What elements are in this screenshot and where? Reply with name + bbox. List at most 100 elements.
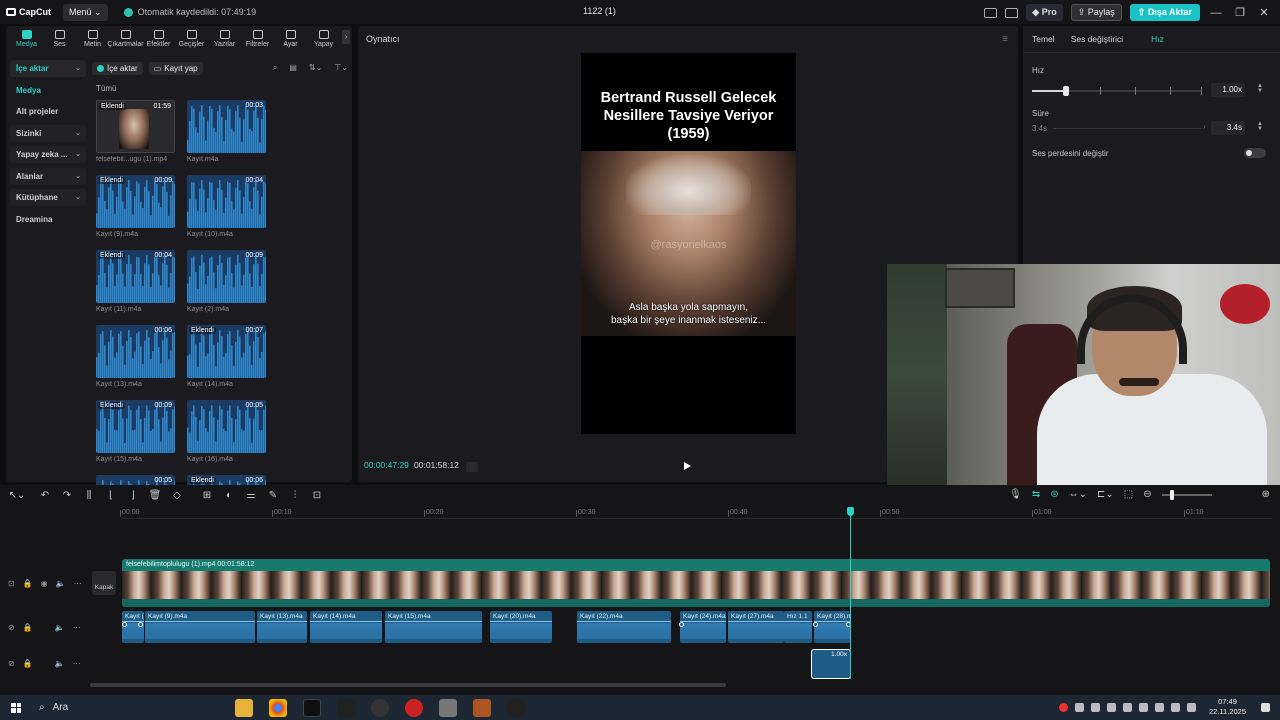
r-app-icon[interactable] [303,698,321,717]
audio-split-icon[interactable]: ⫶ [284,490,306,501]
keyframe-dot[interactable] [679,622,684,627]
view-toggle-icon[interactable]: ▤ [289,63,297,73]
sidenav-item[interactable]: Dreamina [10,211,86,228]
tray-icon[interactable] [1123,702,1133,712]
media-audio-card[interactable]: 00:05 Kayıt (16).m4a [187,400,266,475]
player-menu-icon[interactable]: ≡ [1002,34,1008,45]
audio-clip[interactable]: Kayıt ( [122,611,144,643]
pro-button[interactable]: ◆ Pro [1026,4,1063,21]
audio-clip[interactable]: Kayıt (9).m4a [145,611,255,643]
game-app-icon[interactable] [473,698,491,717]
magic-icon[interactable]: ✎ [262,490,284,501]
crop-icon[interactable]: ⊞ [196,490,218,501]
zoom-out-icon[interactable]: ⊖ [1143,489,1151,500]
network-icon[interactable] [1171,702,1181,712]
media-audio-card[interactable]: Eklendi 00:09 Kayıt (15).m4a [96,400,175,475]
search-icon[interactable]: ⌕ [273,63,277,73]
media-video-card[interactable]: Eklendi 01:59 felsefebil...ugu (1).mp4 [96,100,175,175]
split-icon[interactable]: ⫼ [78,490,100,501]
windows-start-icon[interactable] [11,702,21,713]
zoom-slider[interactable] [1161,489,1212,500]
keyframe-dot[interactable] [813,622,818,627]
speed-slider-knob[interactable] [1063,86,1069,96]
app-icon[interactable] [371,698,389,717]
share-button[interactable]: ⇪ Paylaş [1070,4,1122,21]
tray-icon[interactable] [1107,702,1117,712]
keyframe-dot[interactable] [122,622,127,627]
video-clip[interactable]: felsefebilimtoplulugu (1).mp4 00:01:58:1… [122,559,1270,607]
adjust-icon[interactable]: ⚌ [240,490,262,501]
speed-slider[interactable] [1032,86,1202,96]
app-icon-red[interactable] [405,698,423,717]
tool-captions[interactable]: Yazılar [208,28,241,52]
sort-icon[interactable]: ⇅⌄ [309,63,322,73]
play-icon[interactable] [684,462,691,470]
audio-track-icon[interactable]: ⊘ [8,659,15,668]
magnet-icon[interactable]: ⊜ [1050,489,1058,500]
sidenav-item[interactable]: Alanlar ⌄ [10,167,86,185]
zoom-knob[interactable] [1169,489,1174,500]
speaker-icon[interactable]: 🔈 [55,659,65,668]
preview-axis-icon[interactable]: ⊏⌄ [1097,489,1114,500]
marker-icon[interactable]: ◇ [166,490,188,501]
tool-filter[interactable]: Filtreler [241,28,274,52]
menu-button[interactable]: Menü ⌄ [63,3,108,21]
playhead[interactable] [850,511,851,679]
more-icon[interactable]: ⋯ [73,659,81,668]
properties-tab[interactable]: Temel [1032,34,1055,44]
split-left-icon[interactable]: ⌊ [100,490,122,501]
split-right-icon[interactable]: ⌋ [122,490,144,501]
tool-audio[interactable]: Ses [43,28,76,52]
media-audio-card[interactable]: 00:03 Kayıt.m4a [187,100,266,175]
minimize-icon[interactable]: — [1208,7,1224,19]
sidenav-item[interactable]: Alt projeler [10,103,86,120]
tool-transition[interactable]: Geçişler [175,28,208,52]
tool-media[interactable]: Medya [10,28,43,52]
file-explorer-icon[interactable] [235,698,253,717]
timecode-format-button[interactable] [466,462,478,472]
selected-audio-clip[interactable]: 1.00x [811,649,851,679]
volume-icon[interactable] [1187,702,1197,712]
sidenav-item[interactable]: Sizinki ⌄ [10,124,86,142]
capcut-icon-2[interactable] [507,698,525,717]
sidenav-item[interactable]: İçe aktar ⌄ [10,60,86,77]
media-audio-card[interactable]: 00:04 Kayıt (10).m4a [187,175,266,250]
export-button[interactable]: ⇧ Dışa Aktar [1129,4,1200,21]
speed-value-field[interactable]: 1.00x [1211,83,1245,97]
audio-clip[interactable]: Kayıt (28).m [814,611,850,643]
bluetooth-icon[interactable] [1155,702,1165,712]
close-icon[interactable]: ✕ [1256,6,1272,19]
timeline-ruler[interactable]: 00:00 00:10 00:20 00:30 00:40 00:50 01:00 01:10 [120,507,1272,519]
fit-icon[interactable]: ⬚ [1124,489,1133,500]
lock-icon[interactable]: 🔒 [23,579,33,588]
layout-icon[interactable] [984,7,998,18]
tray-icon[interactable] [1091,702,1101,712]
media-audio-card[interactable]: Eklendi 00:07 Kayıt (14).m4a [187,325,266,400]
sidenav-item[interactable]: Medya [10,82,86,99]
timeline-scrollbar[interactable] [90,683,726,687]
tool-effects[interactable]: Efektler [142,28,175,52]
properties-tab[interactable]: Hız [1151,34,1164,44]
audio-track-icon[interactable]: ⊘ [8,623,15,632]
duration-stepper[interactable]: ▲ ▼ [1257,121,1263,132]
microphone-icon[interactable]: 🎙 [1009,489,1022,500]
record-button[interactable]: ▭ Kayıt yap [148,61,203,75]
pitch-toggle[interactable] [1244,148,1266,158]
microphone-app-icon[interactable] [439,698,457,717]
redo-icon[interactable]: ↷ [56,490,78,501]
filter-icon[interactable]: ⊤⌄ [334,63,348,73]
tool-adjust[interactable]: Ayar [274,28,307,52]
tool-sticker[interactable]: Çıkartmalar [107,28,144,52]
select-tool-icon[interactable]: ↖⌄ [6,490,28,501]
audio-clip[interactable]: Kayıt (14).m4a [310,611,382,643]
tray-icon[interactable] [1139,702,1149,712]
record-tray-icon[interactable] [1059,702,1069,712]
media-audio-card[interactable]: Eklendi 00:04 Kayıt (11).m4a [96,250,175,325]
cover-button[interactable]: Kapak [92,571,116,595]
speaker-icon[interactable]: 🔈 [56,579,66,588]
audio-clip[interactable]: Kayıt (15).m4a [385,611,482,643]
delete-icon[interactable]: 🗑 [144,490,166,501]
tray-icon[interactable] [1075,702,1085,712]
linkage-icon[interactable]: ⇔⌄ [1069,489,1087,500]
audio-clip[interactable]: Kayıt (20).m4a [490,611,552,643]
